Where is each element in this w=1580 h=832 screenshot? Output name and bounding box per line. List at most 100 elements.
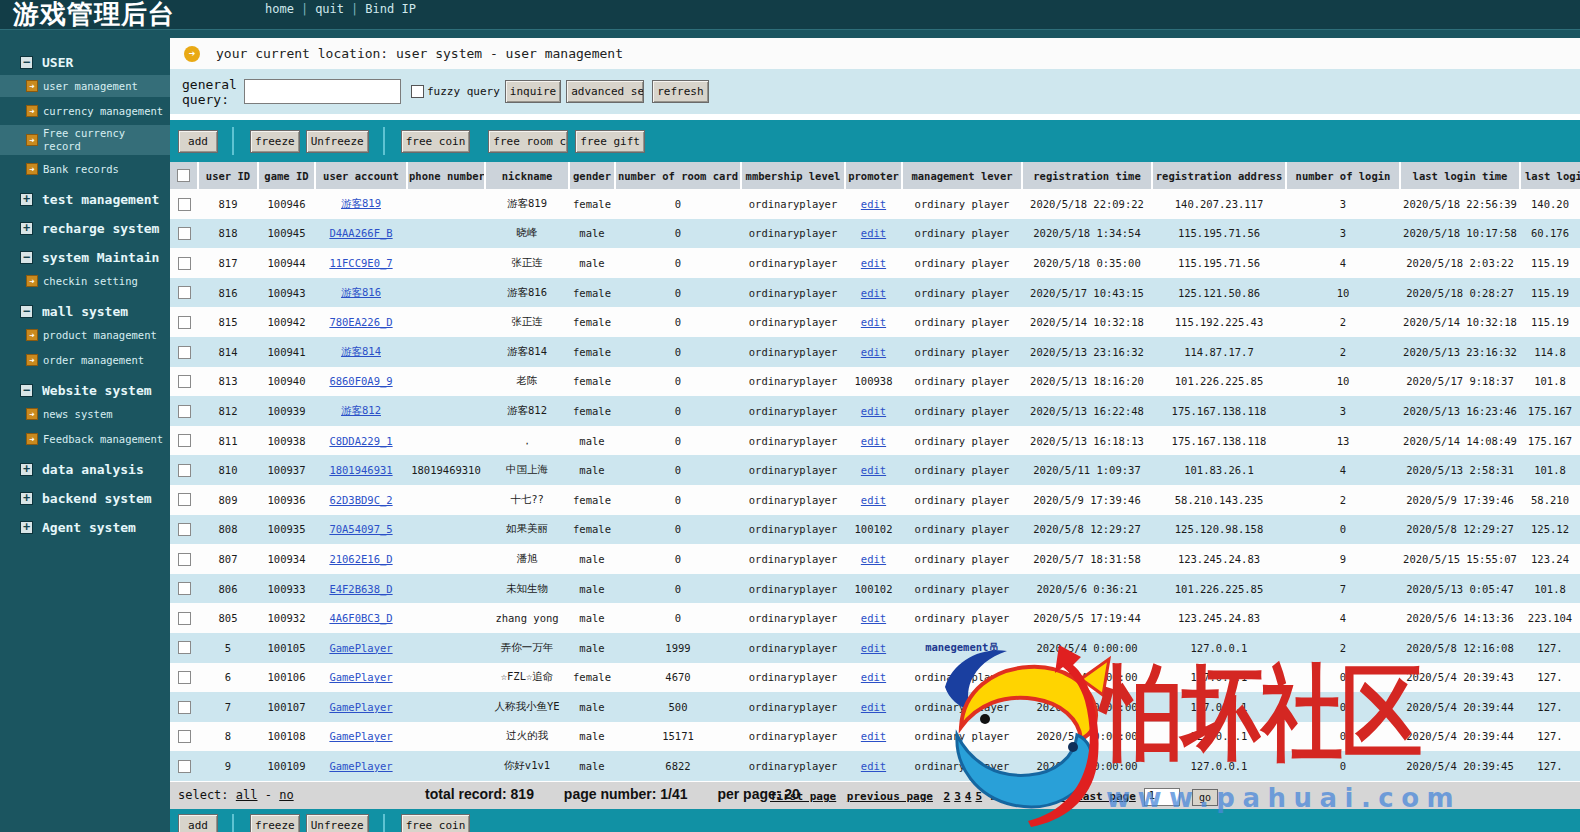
advanced-search-button[interactable]: advanced search — [566, 80, 644, 103]
nav-quit[interactable]: quit — [315, 2, 344, 16]
edit-promoter-link[interactable]: edit — [861, 316, 886, 328]
row-checkbox[interactable] — [178, 346, 191, 359]
select-none-link[interactable]: no — [279, 788, 293, 802]
row-checkbox[interactable] — [178, 257, 191, 270]
user-account-link[interactable]: 游客816 — [341, 286, 381, 298]
sidebar-section-test-management[interactable]: +test management — [0, 189, 170, 209]
user-account-link[interactable]: GamePlayer — [329, 642, 392, 654]
user-account-link[interactable]: 游客814 — [341, 345, 381, 357]
user-account-link[interactable]: D4AA266F_B — [329, 227, 392, 239]
expand-icon[interactable]: + — [20, 193, 33, 206]
sidebar-item-feedback-management[interactable]: ➔Feedback management — [0, 428, 170, 450]
edit-promoter-link[interactable]: edit — [861, 553, 886, 565]
sidebar-section-website-system[interactable]: −Website system — [0, 380, 170, 400]
expand-icon[interactable]: + — [20, 222, 33, 235]
row-checkbox[interactable] — [178, 493, 191, 506]
edit-promoter-link[interactable]: edit — [861, 227, 886, 239]
user-account-link[interactable]: GamePlayer — [329, 730, 392, 742]
row-checkbox[interactable] — [178, 286, 191, 299]
sidebar-item-product-management[interactable]: ➔product management — [0, 324, 170, 346]
inquire-button[interactable]: inquire — [505, 80, 561, 103]
user-account-link[interactable]: 6860F0A9_9 — [329, 375, 392, 387]
row-checkbox[interactable] — [178, 730, 191, 743]
go-button[interactable]: go — [1192, 789, 1218, 806]
row-checkbox[interactable] — [178, 641, 191, 654]
sidebar-item-bank-records[interactable]: ➔Bank records — [0, 158, 170, 180]
add-button[interactable]: add — [178, 130, 218, 153]
unfreeze-button-bottom[interactable]: Unfreeze — [306, 814, 369, 832]
sidebar-item-checkin-setting[interactable]: ➔checkin setting — [0, 270, 170, 292]
edit-promoter-link[interactable]: edit — [861, 435, 886, 447]
edit-promoter-link[interactable]: edit — [861, 198, 886, 210]
last-page-link[interactable]: last page — [1076, 790, 1136, 803]
user-account-link[interactable]: 4A6F0BC3_D — [329, 612, 392, 624]
unfreeze-button[interactable]: Unfreeze — [306, 130, 369, 153]
row-checkbox[interactable] — [178, 316, 191, 329]
edit-promoter-link[interactable]: edit — [861, 287, 886, 299]
user-account-link[interactable]: E4F2B638_D — [329, 583, 392, 595]
collapse-icon[interactable]: − — [20, 251, 33, 264]
user-account-link[interactable]: 1801946931 — [329, 464, 392, 476]
user-account-link[interactable]: 21062E16_D — [329, 553, 392, 565]
free-gift-button[interactable]: free gift — [575, 130, 645, 153]
edit-promoter-link[interactable]: edit — [861, 346, 886, 358]
row-checkbox[interactable] — [178, 612, 191, 625]
row-checkbox[interactable] — [178, 405, 191, 418]
user-account-link[interactable]: 游客812 — [341, 404, 381, 416]
query-input[interactable] — [244, 79, 401, 104]
edit-promoter-link[interactable]: edit — [861, 464, 886, 476]
sidebar-section-recharge-system[interactable]: +recharge system — [0, 218, 170, 238]
edit-promoter-link[interactable]: edit — [861, 494, 886, 506]
user-account-link[interactable]: 62D3BD9C_2 — [329, 494, 392, 506]
fuzzy-query-checkbox[interactable] — [411, 85, 424, 98]
expand-icon[interactable]: + — [20, 521, 33, 534]
select-all-link[interactable]: all — [236, 788, 258, 802]
add-button-bottom[interactable]: add — [178, 814, 218, 832]
user-account-link[interactable]: GamePlayer — [329, 701, 392, 713]
row-checkbox[interactable] — [178, 671, 191, 684]
user-account-link[interactable]: 游客819 — [341, 197, 381, 209]
free-coin-button[interactable]: free coin — [401, 130, 471, 153]
edit-promoter-link[interactable]: edit — [861, 257, 886, 269]
collapse-icon[interactable]: − — [20, 384, 33, 397]
sidebar-section-data-analysis[interactable]: +data analysis — [0, 459, 170, 479]
row-checkbox[interactable] — [178, 434, 191, 447]
edit-promoter-link[interactable]: edit — [861, 730, 886, 742]
sidebar-section-agent-system[interactable]: +Agent system — [0, 517, 170, 537]
sidebar-section-backend-system[interactable]: +backend system — [0, 488, 170, 508]
edit-promoter-link[interactable]: edit — [861, 405, 886, 417]
nav-home[interactable]: home — [265, 2, 294, 16]
free-coin-button-bottom[interactable]: free coin — [401, 814, 471, 832]
edit-promoter-link[interactable]: edit — [861, 760, 886, 772]
sidebar-section-system-maintain[interactable]: −system Maintain — [0, 247, 170, 267]
free-room-card-button[interactable]: free room card — [488, 130, 568, 153]
row-checkbox[interactable] — [178, 375, 191, 388]
expand-icon[interactable]: + — [20, 492, 33, 505]
page-jump-input[interactable]: 1 — [1144, 788, 1180, 806]
user-account-link[interactable]: GamePlayer — [329, 671, 392, 683]
row-checkbox[interactable] — [178, 701, 191, 714]
collapse-icon[interactable]: − — [20, 56, 33, 69]
page-link-3[interactable]: 3 — [954, 790, 961, 803]
nav-bind-ip[interactable]: Bind IP — [365, 2, 416, 16]
row-checkbox[interactable] — [178, 227, 191, 240]
edit-promoter-link[interactable]: edit — [861, 612, 886, 624]
user-account-link[interactable]: C8DDA229_1 — [329, 435, 392, 447]
row-checkbox[interactable] — [178, 760, 191, 773]
refresh-button[interactable]: refresh — [652, 80, 708, 103]
row-checkbox[interactable] — [178, 464, 191, 477]
row-checkbox[interactable] — [178, 523, 191, 536]
collapse-icon[interactable]: − — [20, 305, 33, 318]
sidebar-item-order-management[interactable]: ➔order management — [0, 349, 170, 371]
sidebar-item-news-system[interactable]: ➔news system — [0, 403, 170, 425]
next-page-link[interactable]: next page — [1006, 790, 1066, 803]
sidebar-section-user[interactable]: −USER — [0, 52, 170, 72]
first-page-link[interactable]: first page — [770, 790, 836, 803]
edit-promoter-link[interactable]: edit — [861, 701, 886, 713]
user-account-link[interactable]: GamePlayer — [329, 760, 392, 772]
freeze-button[interactable]: freeze — [250, 130, 300, 153]
page-link-2[interactable]: 2 — [944, 790, 951, 803]
freeze-button-bottom[interactable]: freeze — [250, 814, 300, 832]
sidebar-item-currency-management[interactable]: ➔currency management — [0, 100, 170, 122]
sidebar-section-mall-system[interactable]: −mall system — [0, 301, 170, 321]
